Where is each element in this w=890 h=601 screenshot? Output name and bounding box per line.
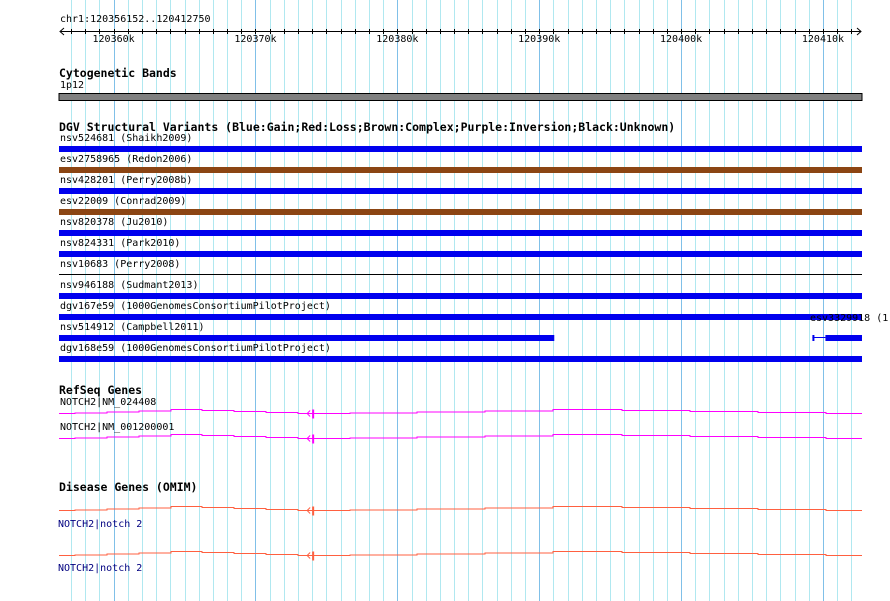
dgv-feature-label[interactable]: nsv820378 (Ju2010) [60,217,168,229]
dgv-feature-label[interactable]: esv22009 (Conrad2009) [60,196,186,208]
ruler-tick-label: 120380k [376,34,419,45]
gene-label[interactable]: NOTCH2|NM_024408 [60,397,156,409]
dgv-feature-label[interactable]: nsv524681 (Shaikh2009) [60,133,192,145]
dgv-feature-label[interactable]: esv3329918 (1( [810,313,890,325]
omim-gene-intron-line [59,551,862,556]
refseq-gene-intron-line [59,434,862,439]
gene-label[interactable]: NOTCH2|NM_001200001 [60,422,174,434]
omim-gene-label[interactable]: NOTCH2|notch 2 [58,519,142,531]
dgv-feature-bar [59,230,862,236]
location-label: chr1:120356152..120412750 [60,14,211,25]
ruler-tick-label: 120410k [801,34,845,45]
dgv-feature-label[interactable]: nsv824331 (Park2010) [60,238,180,250]
dgv-feature-label[interactable]: nsv946188 (Sudmant2013) [60,280,198,292]
dgv-feature-label[interactable]: nsv514912 (Campbell2011) [60,322,205,334]
ruler-tick-label: 120400k [660,34,703,45]
refseq-gene-intron-line [59,409,862,414]
dgv-feature-bar [59,335,555,341]
dgv-feature-bar [59,293,862,299]
omim-gene-intron-line [59,506,862,511]
cytoband-bar [58,93,863,101]
ruler-tick-label: 120360k [92,34,135,45]
ruler-tick-label: 120370k [234,34,277,45]
dgv-feature-bar [59,356,862,362]
ruler-tick-label: 120390k [518,34,561,45]
dgv-feature-bar [59,314,862,320]
dgv-feature-bar [59,146,862,152]
dgv-feature-bar [825,335,862,341]
dgv-feature-bar [59,167,862,173]
track-title-refseq[interactable]: RefSeq Genes [59,384,142,397]
refseq-gene-exon [312,409,315,419]
omim-gene-exon [312,506,315,516]
dgv-feature-label[interactable]: dgv168e59 (1000GenomesConsortiumPilotPro… [60,343,331,355]
track-title-omim[interactable]: Disease Genes (OMIM) [59,481,197,494]
refseq-gene-exon [312,434,315,444]
dgv-feature-label[interactable]: dgv167e59 (1000GenomesConsortiumPilotPro… [60,301,331,313]
dgv-feature-label[interactable]: nsv10683 (Perry2008) [60,259,180,271]
omim-gene-label[interactable]: NOTCH2|notch 2 [58,563,142,575]
dgv-feature-thin [812,337,826,338]
dgv-feature-bar [59,274,862,275]
omim-gene-exon [312,551,315,561]
dgv-feature-bar [59,188,862,194]
cytoband-label: 1p12 [60,80,85,91]
dgv-feature-bar [59,209,862,215]
dgv-feature-label[interactable]: nsv428201 (Perry2008b) [60,175,192,187]
track-title-cytogenetic-bands[interactable]: Cytogenetic Bands [59,67,177,80]
dgv-feature-bar [59,251,862,257]
dgv-feature-label[interactable]: esv2758965 (Redon2006) [60,154,192,166]
